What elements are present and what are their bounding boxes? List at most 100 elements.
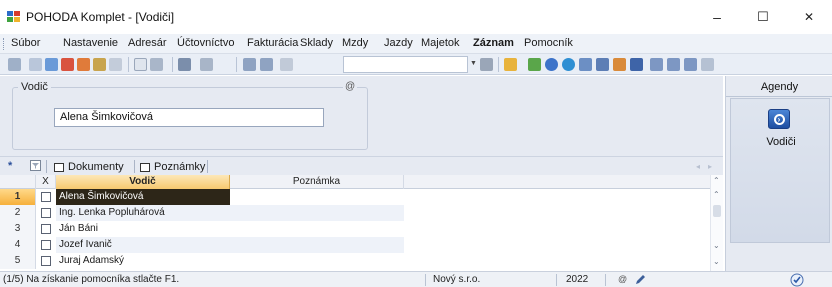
toolbar-grip-icon	[8, 58, 21, 71]
combo-dropdown-icon[interactable]: ▼	[470, 60, 477, 67]
menu-bar: Súbor Nastavenie Adresár Účtovníctvo Fak…	[0, 34, 832, 54]
help-icon[interactable]	[701, 58, 714, 71]
tab-separator	[46, 160, 47, 173]
new-icon[interactable]	[29, 58, 42, 71]
table-row[interactable]: 4 Jozef Ivanič	[0, 237, 723, 253]
tab-next-icon[interactable]: ▸	[708, 162, 712, 171]
menu-adresar[interactable]: Adresár	[128, 37, 167, 49]
status-company: Nový s.r.o.	[433, 274, 481, 285]
filter-icon[interactable]	[30, 160, 41, 171]
vertical-scrollbar[interactable]: ⌃ ⌃ ⌄ ⌄	[710, 175, 723, 271]
table-header: X Vodič Poznámka	[0, 175, 723, 189]
menu-uctovnictvo[interactable]: Účtovníctvo	[177, 37, 234, 49]
status-separator	[605, 274, 606, 286]
menu-zaznam[interactable]: Záznam	[473, 37, 514, 49]
tab-dokumenty-label: Dokumenty	[68, 161, 124, 173]
cut-icon[interactable]	[480, 58, 493, 71]
menubar-grip-icon	[3, 38, 6, 50]
agendy-list: › Vodiči	[730, 98, 830, 243]
panel-icon[interactable]	[684, 58, 697, 71]
row-checkbox[interactable]	[41, 192, 51, 202]
table-row[interactable]: 3 Ján Báni	[0, 221, 723, 237]
print-preview-icon[interactable]	[77, 58, 90, 71]
agendy-panel: Agendy › Vodiči	[725, 76, 832, 271]
scroll-down-icon[interactable]: ⌄	[713, 241, 720, 250]
barcode-icon[interactable]	[630, 58, 643, 71]
vodic-cell[interactable]: Alena Šimkovičová	[56, 189, 230, 205]
menu-pomocnik[interactable]: Pomocník	[524, 37, 573, 49]
calendar-icon[interactable]	[596, 58, 609, 71]
status-ok-icon[interactable]	[790, 273, 804, 287]
agenda-item-vodici[interactable]: Vodiči	[731, 136, 831, 148]
vodic-name-field[interactable]: Alena Šimkovičová	[54, 108, 324, 127]
menu-nastavenie[interactable]: Nastavenie	[63, 37, 118, 49]
lock-icon[interactable]	[109, 58, 122, 71]
table-row[interactable]: 2 Ing. Lenka Popluhárová	[0, 205, 723, 221]
vodici-agenda-icon[interactable]: ›	[768, 109, 790, 129]
pohoda-app-icon	[7, 11, 21, 23]
table-row[interactable]: 5 Juraj Adamský	[0, 253, 723, 269]
menu-fakturacia[interactable]: Fakturácia	[247, 37, 298, 49]
table-row[interactable]: 1 Alena Šimkovičová	[0, 189, 723, 205]
toolbar-separator	[236, 57, 237, 72]
scroll-top-icon[interactable]: ⌃	[713, 176, 720, 185]
report-icon[interactable]	[93, 58, 106, 71]
globe-icon[interactable]	[545, 58, 558, 71]
quick-search-combo[interactable]	[343, 56, 468, 73]
title-bar: POHODA Komplet - [Vodiči] – ☐ ✕	[0, 0, 832, 34]
status-bar: (1/5) Na získanie pomocníka stlačte F1. …	[0, 271, 832, 287]
users-icon[interactable]	[613, 58, 626, 71]
status-separator	[425, 274, 426, 286]
back-icon[interactable]	[178, 58, 191, 71]
vodic-cell[interactable]: Ján Báni	[56, 221, 230, 237]
menu-mzdy[interactable]: Mzdy	[342, 37, 368, 49]
refresh-icon[interactable]	[200, 58, 213, 71]
copy-icon[interactable]	[45, 58, 58, 71]
vodic-cell[interactable]: Jozef Ivanič	[56, 237, 230, 253]
document-icon[interactable]	[134, 58, 147, 71]
tab-dokumenty[interactable]: Dokumenty	[54, 159, 124, 175]
save-all-icon[interactable]	[260, 58, 273, 71]
scroll-up-icon[interactable]: ⌃	[713, 190, 720, 199]
checkmark-icon[interactable]	[150, 58, 163, 71]
column-header-x[interactable]: X	[36, 175, 56, 189]
layout-icon[interactable]	[650, 58, 663, 71]
toolbar-separator	[128, 57, 129, 72]
folder-icon[interactable]	[504, 58, 517, 71]
tab-poznamky-label: Poznámky	[154, 161, 206, 173]
row-checkbox[interactable]	[41, 256, 51, 266]
email-at-icon[interactable]: @	[343, 81, 358, 92]
row-number: 5	[0, 253, 36, 269]
row-checkbox[interactable]	[41, 240, 51, 250]
window-icon[interactable]	[667, 58, 680, 71]
menu-jazdy[interactable]: Jazdy	[384, 37, 413, 49]
save-icon[interactable]	[243, 58, 256, 71]
window-title: POHODA Komplet - [Vodiči]	[26, 10, 175, 24]
minimize-button[interactable]: –	[694, 0, 740, 34]
menu-majetok[interactable]: Majetok	[421, 37, 460, 49]
status-separator	[556, 274, 557, 286]
folder-icon	[54, 162, 64, 172]
table-icon[interactable]	[579, 58, 592, 71]
tab-poznamky[interactable]: Poznámky	[140, 159, 205, 175]
menu-subor[interactable]: Súbor	[11, 37, 40, 49]
diamond-icon[interactable]	[528, 58, 541, 71]
row-checkbox[interactable]	[41, 208, 51, 218]
close-button[interactable]: ✕	[786, 0, 832, 34]
vodic-cell[interactable]: Ing. Lenka Popluhárová	[56, 205, 230, 221]
vodic-cell[interactable]: Juraj Adamský	[56, 253, 230, 269]
scroll-thumb[interactable]	[713, 205, 721, 217]
status-pen-icon[interactable]	[634, 274, 646, 286]
status-email-icon[interactable]: @	[618, 274, 627, 284]
internet-icon[interactable]	[562, 58, 575, 71]
row-checkbox[interactable]	[41, 224, 51, 234]
tab-prev-icon[interactable]: ◂	[696, 162, 700, 171]
column-header-poznamka[interactable]: Poznámka	[230, 175, 404, 189]
print-icon[interactable]	[61, 58, 74, 71]
attach-icon[interactable]	[280, 58, 293, 71]
new-record-star-icon[interactable]: *	[8, 160, 12, 172]
column-header-vodic[interactable]: Vodič	[56, 175, 230, 189]
scroll-bottom-icon[interactable]: ⌄	[713, 257, 720, 266]
maximize-button[interactable]: ☐	[740, 0, 786, 34]
menu-sklady[interactable]: Sklady	[300, 37, 333, 49]
